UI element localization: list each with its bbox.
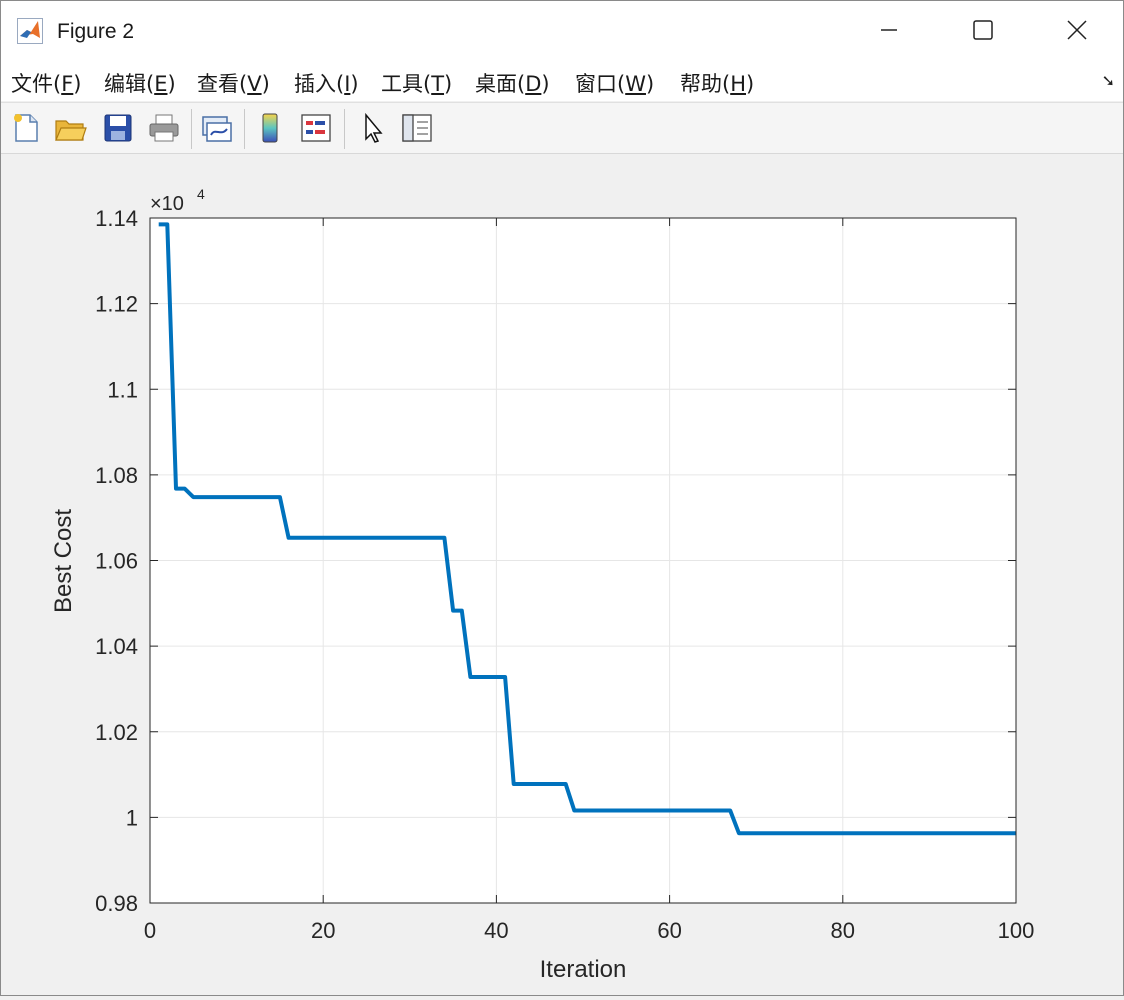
maximize-button[interactable]: [937, 1, 1029, 59]
toolbar-separator: [244, 109, 245, 149]
minimize-button[interactable]: [843, 1, 935, 59]
x-tick-label: 80: [831, 918, 855, 943]
matlab-logo-icon: [17, 18, 43, 44]
dock-arrow-icon[interactable]: ➘: [1102, 71, 1115, 91]
toolbar-separator: [344, 109, 345, 149]
x-axis-label: Iteration: [540, 956, 627, 983]
y-tick-label: 1.1: [107, 377, 138, 402]
figure-window: Figure 2 文件(F) 编辑(E) 查看(V) 插入(I) 工具(T) 桌…: [0, 0, 1124, 996]
menu-help[interactable]: 帮助(H): [680, 68, 754, 98]
minimize-icon: [881, 29, 897, 31]
close-button[interactable]: [1031, 1, 1123, 59]
open-file-icon[interactable]: [53, 111, 87, 145]
save-icon[interactable]: [101, 111, 135, 145]
pointer-icon[interactable]: [356, 111, 390, 145]
print-icon[interactable]: [147, 111, 181, 145]
toolbar-separator: [191, 109, 192, 149]
x-tick-label: 20: [311, 918, 335, 943]
y-tick-label: 1.06: [95, 549, 138, 574]
close-icon: [1067, 20, 1087, 40]
menu-bar: 文件(F) 编辑(E) 查看(V) 插入(I) 工具(T) 桌面(D) 窗口(W…: [1, 59, 1123, 101]
y-axis-label: Best Cost: [50, 509, 77, 613]
y-tick-label: 1.14: [95, 206, 138, 231]
legend-icon[interactable]: [299, 111, 333, 145]
plot-svg: 0 20 40 60 80 100 0.98 1 1.02 1.04 1.06 1.08 1.1 1.12…: [50, 186, 1035, 983]
y-exponent-base: ×10: [150, 193, 184, 215]
y-tick-label: 1.02: [95, 720, 138, 745]
y-tick-label: 0.98: [95, 891, 138, 916]
x-tick-label: 100: [998, 918, 1035, 943]
menu-file[interactable]: 文件(F): [11, 68, 82, 98]
figure-canvas: 0 20 40 60 80 100 0.98 1 1.02 1.04 1.06 1.08 1.1 1.12…: [1, 154, 1123, 1000]
menu-desktop[interactable]: 桌面(D): [475, 68, 550, 98]
property-inspector-icon[interactable]: [400, 111, 434, 145]
x-tick-label: 60: [657, 918, 681, 943]
maximize-icon: [973, 20, 993, 40]
colorbar-icon[interactable]: [254, 111, 288, 145]
y-tick-label: 1.12: [95, 292, 138, 317]
menu-window[interactable]: 窗口(W): [575, 68, 654, 98]
y-exponent-power: 4: [197, 186, 205, 202]
window-title: Figure 2: [57, 20, 135, 43]
link-plot-icon[interactable]: [199, 111, 233, 145]
title-bar: Figure 2: [1, 1, 1123, 59]
menu-view[interactable]: 查看(V): [197, 68, 270, 98]
y-tick-label: 1: [126, 805, 138, 830]
menu-tools[interactable]: 工具(T): [381, 68, 452, 98]
menu-insert[interactable]: 插入(I): [294, 68, 359, 98]
x-tick-label: 0: [144, 918, 156, 943]
figure-toolbar: [1, 102, 1123, 154]
new-figure-icon[interactable]: [9, 111, 43, 145]
x-tick-label: 40: [484, 918, 508, 943]
y-tick-label: 1.08: [95, 463, 138, 488]
y-tick-label: 1.04: [95, 634, 138, 659]
menu-edit[interactable]: 编辑(E): [104, 68, 176, 98]
